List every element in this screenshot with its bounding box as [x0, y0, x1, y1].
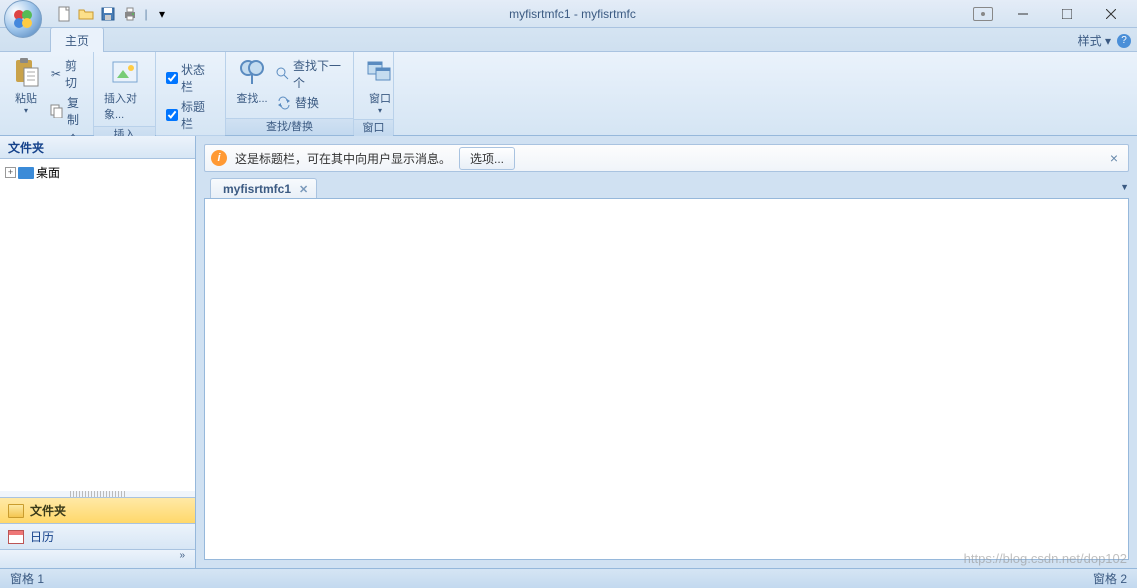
replace-icon [276, 95, 292, 111]
nav-item-label: 文件夹 [30, 502, 66, 519]
input-indicator [973, 7, 993, 21]
status-bar: 窗格 1 窗格 2 [0, 568, 1137, 588]
nav-section: 文件夹 日历 » [0, 497, 195, 568]
ribbon-tab-strip: 主页 样式 ▾ ? [0, 28, 1137, 52]
orb-icon [12, 8, 34, 30]
document-tabs-menu-button[interactable]: ▼ [1120, 182, 1129, 192]
status-pane-left: 窗格 1 [10, 570, 44, 587]
window-title: myfisrtmfc1 - myfisrtmfc [172, 7, 973, 21]
save-icon [100, 6, 116, 22]
cut-button[interactable]: ✂剪切 [46, 56, 87, 92]
qat-customize-button[interactable]: ▾ [152, 4, 172, 24]
nav-expand-button[interactable]: » [0, 550, 195, 568]
status-pane-right: 窗格 2 [1093, 570, 1127, 587]
find-next-button[interactable]: 查找下一个 [272, 56, 347, 92]
copy-icon [50, 103, 64, 119]
cut-icon: ✂ [50, 66, 62, 82]
desktop-icon [18, 167, 34, 179]
message-bar: i 这是标题栏，可在其中向用户显示消息。 选项... × [204, 144, 1129, 172]
folder-tree[interactable]: + 桌面 [0, 159, 195, 491]
folder-icon [8, 504, 24, 518]
main-area: 文件夹 + 桌面 文件夹 日历 » i 这是标题栏，可在 [0, 136, 1137, 568]
document-tab[interactable]: myfisrtmfc1 ✕ [210, 178, 317, 198]
find-button[interactable]: 查找... [232, 54, 272, 108]
ribbon-group-view: 状态栏 标题栏 视图 [156, 52, 226, 135]
close-icon [1106, 9, 1116, 19]
document-tab-close-icon[interactable]: ✕ [299, 183, 308, 196]
ribbon-group-insert: 插入对象... 插入 [94, 52, 156, 135]
qat-separator: | [142, 7, 150, 21]
app-orb-button[interactable] [4, 0, 42, 38]
minimize-button[interactable] [1001, 3, 1045, 25]
nav-item-label: 日历 [30, 528, 54, 545]
statusbar-checkbox[interactable]: 状态栏 [162, 60, 219, 96]
content-area: i 这是标题栏，可在其中向用户显示消息。 选项... × myfisrtmfc1… [196, 136, 1137, 568]
nav-item-folders[interactable]: 文件夹 [0, 498, 195, 524]
qat-customize-arrow: ▾ [159, 7, 165, 21]
new-file-icon [56, 6, 72, 22]
maximize-button[interactable] [1045, 3, 1089, 25]
ribbon-tab-home[interactable]: 主页 [50, 27, 104, 52]
maximize-icon [1062, 9, 1072, 19]
document-view[interactable] [204, 198, 1129, 560]
insert-object-button[interactable]: 插入对象... [100, 54, 149, 124]
tree-expand-icon[interactable]: + [5, 167, 16, 178]
copy-button[interactable]: 复制 [46, 93, 87, 129]
open-folder-icon [78, 6, 94, 22]
group-label-find-replace: 查找/替换 [226, 118, 353, 135]
qat-save-button[interactable] [98, 4, 118, 24]
sidebar: 文件夹 + 桌面 文件夹 日历 » [0, 136, 196, 568]
replace-button[interactable]: 替换 [272, 93, 347, 112]
sidebar-header: 文件夹 [0, 136, 195, 159]
ribbon-group-find-replace: 查找... 查找下一个 替换 查找/替换 [226, 52, 354, 135]
titlebar-checkbox[interactable]: 标题栏 [162, 97, 219, 133]
print-icon [122, 6, 138, 22]
window-controls [1001, 3, 1133, 25]
find-icon [236, 56, 268, 88]
info-icon: i [211, 150, 227, 166]
message-close-button[interactable]: × [1106, 150, 1122, 166]
close-button[interactable] [1089, 3, 1133, 25]
style-dropdown[interactable]: 样式 ▾ [1078, 32, 1111, 49]
qat-new-button[interactable] [54, 4, 74, 24]
insert-object-icon [109, 56, 141, 88]
window-icon [364, 56, 396, 88]
paste-button[interactable]: 粘贴 ▾ [6, 54, 46, 117]
document-tab-strip: myfisrtmfc1 ✕ ▼ [196, 176, 1137, 198]
ribbon-group-clipboard: 粘贴 ▾ ✂剪切 复制 全选 剪贴板 [0, 52, 94, 135]
quick-access-toolbar: | ▾ [54, 4, 172, 24]
qat-print-button[interactable] [120, 4, 140, 24]
help-button[interactable]: ? [1117, 34, 1131, 48]
tree-item-desktop[interactable]: + 桌面 [4, 163, 191, 182]
message-options-button[interactable]: 选项... [459, 147, 515, 170]
calendar-icon [8, 530, 24, 544]
document-tab-label: myfisrtmfc1 [223, 182, 291, 196]
tree-item-label: 桌面 [36, 164, 60, 181]
minimize-icon [1018, 9, 1028, 19]
find-next-icon [276, 66, 290, 82]
message-text: 这是标题栏，可在其中向用户显示消息。 [235, 150, 451, 167]
ribbon-group-window: 窗口 ▾ 窗口 [354, 52, 394, 135]
group-label-window: 窗口 [354, 119, 393, 136]
nav-item-calendar[interactable]: 日历 [0, 524, 195, 550]
title-bar: | ▾ myfisrtmfc1 - myfisrtmfc [0, 0, 1137, 28]
window-button[interactable]: 窗口 ▾ [360, 54, 400, 117]
qat-open-button[interactable] [76, 4, 96, 24]
ribbon-body: 粘贴 ▾ ✂剪切 复制 全选 剪贴板 插入对象... 插入 状态栏 标题栏 [0, 52, 1137, 136]
paste-icon [10, 56, 42, 88]
